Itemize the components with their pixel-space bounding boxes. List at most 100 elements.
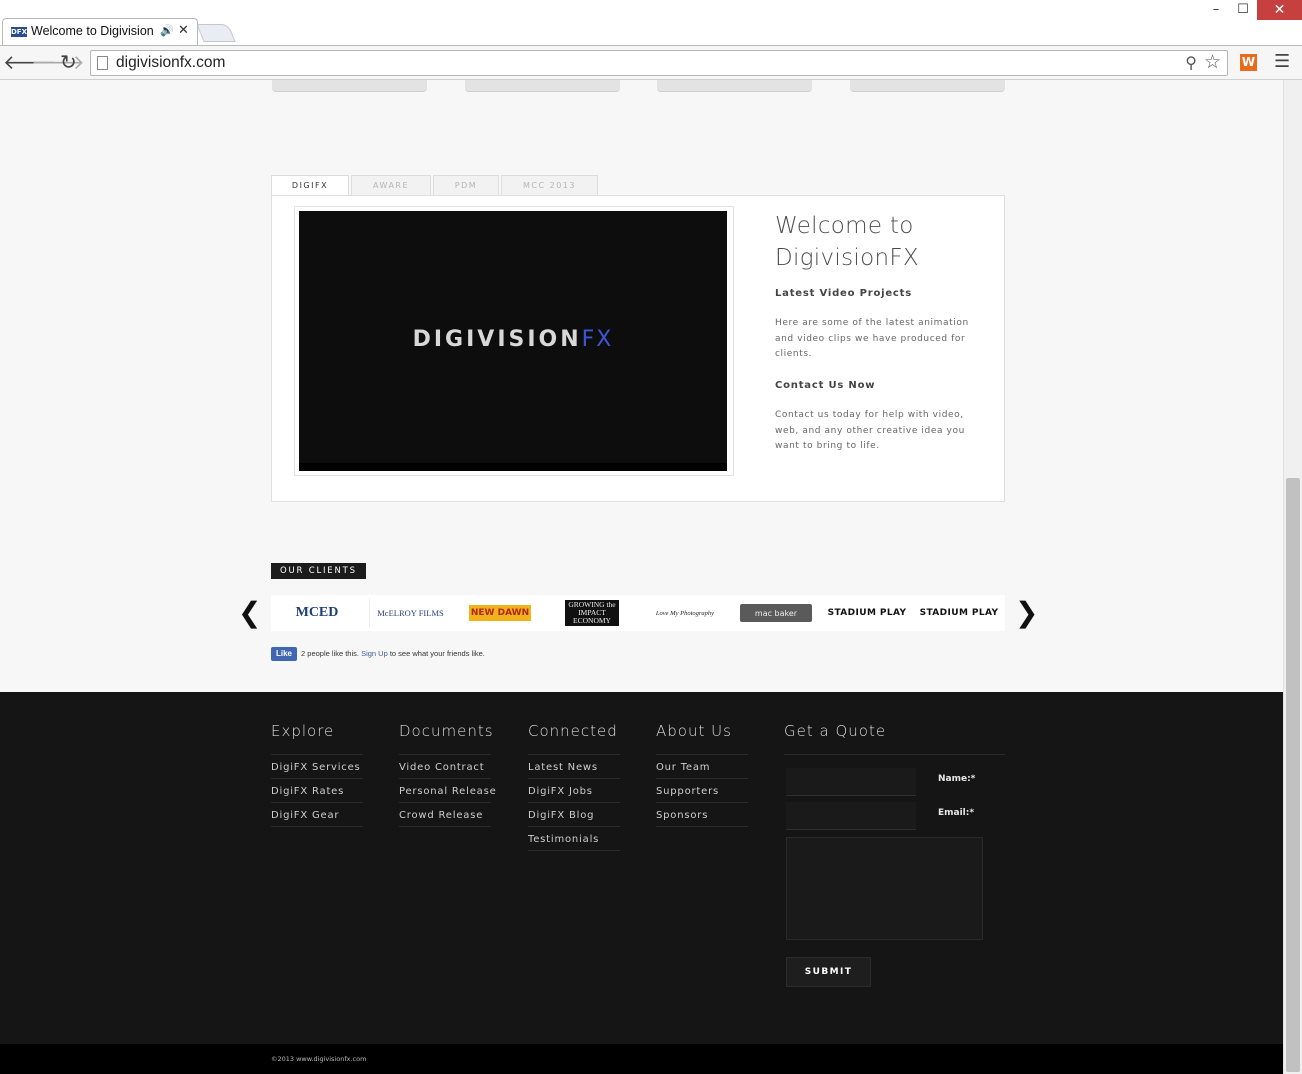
top-nav-button[interactable] [272,80,427,92]
tab-mcc-2013[interactable]: MCC 2013 [501,175,598,196]
divider [656,778,748,779]
message-textarea[interactable] [786,837,983,940]
section-text: Contact us today for help with video, we… [775,410,965,451]
tab-title: Welcome to Digivision [31,24,154,38]
top-nav-button[interactable] [850,80,1005,92]
footer-link[interactable]: Personal Release [399,786,497,797]
footer-link[interactable]: Video Contract [399,762,484,773]
tab-pdm[interactable]: PDM [433,175,499,196]
email-field[interactable] [786,802,916,830]
email-label: Email:* [938,808,975,818]
facebook-like-widget: Like 2 people like this. Sign Up to see w… [271,647,485,661]
divider [271,754,363,755]
divider [528,754,620,755]
divider [656,826,748,827]
divider [784,754,1005,755]
footer-link[interactable]: Latest News [528,762,598,773]
client-logo[interactable]: STADIUM PLAY [825,598,909,628]
bookmark-star-icon[interactable]: ☆ [1204,51,1221,73]
minimize-button[interactable]: – [1202,0,1230,20]
submit-button[interactable]: SUBMIT [786,957,871,987]
footer-heading-documents: Documents [399,722,494,740]
name-field[interactable] [786,768,916,796]
client-logo[interactable]: STADIUM PLAY [916,598,1002,628]
footer-link[interactable]: Testimonials [528,834,599,845]
tab-aware[interactable]: AWARE [351,175,431,196]
browser-tab[interactable]: DFX Welcome to Digivision 🔊 ✕ [2,18,198,45]
footer-link[interactable]: Supporters [656,786,719,797]
tab-digifx[interactable]: DIGIFX [271,175,349,197]
scrollbar[interactable] [1283,80,1302,1074]
footer: Explore DigiFX Services DigiFX Rates Dig… [0,692,1283,1044]
section-heading: Contact Us Now [775,380,876,391]
copyright-text: ©2013 www.digivisionfx.com [271,1055,367,1063]
page-viewport: DIGIFX AWARE PDM MCC 2013 DIGIVISIONFX W… [0,80,1283,1074]
divider [399,802,491,803]
client-logo[interactable]: MCED [279,598,355,628]
footer-link[interactable]: DigiFX Jobs [528,786,593,797]
browser-chrome: DFX Welcome to Digivision 🔊 ✕ – ☐ ✕ 🡐 🡒 … [0,0,1302,80]
footer-link[interactable]: Our Team [656,762,710,773]
address-bar[interactable]: digivisionfx.com ⚲ ☆ [90,50,1228,76]
clients-carousel: MCED McELROY FILMS NEW DAWN GROWING the … [271,595,1005,631]
divider [271,802,363,803]
carousel-next-icon[interactable]: ❯ [1015,595,1038,631]
footer-link[interactable]: DigiFX Rates [271,786,344,797]
reload-icon[interactable]: ↻ [60,51,77,73]
favicon-icon: DFX [11,27,27,37]
url-text[interactable]: digivisionfx.com [116,54,225,72]
divider [399,778,491,779]
signup-link[interactable]: Sign Up [361,649,388,658]
divider [528,850,620,851]
speaker-icon[interactable]: 🔊 [160,24,174,37]
browser-toolbar: 🡐 🡒 ↻ digivisionfx.com ⚲ ☆ W ☰ [0,45,1302,79]
top-nav-button[interactable] [465,80,620,92]
close-window-button[interactable]: ✕ [1257,0,1302,20]
tab-close-icon[interactable]: ✕ [178,23,189,38]
client-logo[interactable]: NEW DAWN [469,605,531,621]
facebook-like-button[interactable]: Like [271,647,298,661]
section-text: Here are some of the latest animation an… [775,318,969,359]
divider [399,826,491,827]
clients-label: OUR CLIENTS [271,563,366,579]
footer-link[interactable]: Sponsors [656,810,708,821]
video-logo: DIGIVISIONFX [412,327,614,352]
bottom-bar: ©2013 www.digivisionfx.com [0,1044,1283,1074]
footer-link[interactable]: DigiFX Blog [528,810,594,821]
client-logo[interactable]: Love My Photography [646,598,724,628]
like-cta-text: to see what your friends like. [389,648,485,658]
divider [271,778,363,779]
client-logo[interactable]: GROWING the IMPACT ECONOMY [565,600,619,626]
maximize-button[interactable]: ☐ [1230,0,1256,20]
carousel-prev-icon[interactable]: ❮ [238,595,261,631]
page-icon [97,56,108,70]
footer-heading-quote: Get a Quote [784,722,887,740]
scrollbar-thumb[interactable] [1286,478,1300,1072]
footer-link[interactable]: Crowd Release [399,810,483,821]
footer-link[interactable]: DigiFX Gear [271,810,339,821]
client-logo[interactable]: McELROY FILMS [369,598,451,628]
divider [656,802,748,803]
name-label: Name:* [938,774,976,784]
video-frame: DIGIVISIONFX [294,206,734,476]
extension-icon[interactable]: W [1240,54,1257,71]
footer-heading-connected: Connected [528,722,618,740]
footer-heading-explore: Explore [271,722,335,740]
footer-heading-about: About Us [656,722,732,740]
tab-panel: DIGIVISIONFX Welcome to DigivisionFX Lat… [271,195,1005,502]
page-title: Welcome to DigivisionFX [775,213,919,271]
new-tab-button[interactable] [196,24,236,42]
video-progress-bar[interactable] [299,463,727,471]
divider [528,826,620,827]
top-nav-button[interactable] [657,80,812,92]
divider [528,802,620,803]
footer-link[interactable]: DigiFX Services [271,762,361,773]
client-logo[interactable]: mac baker [740,604,812,622]
search-icon[interactable]: ⚲ [1185,53,1197,72]
menu-icon[interactable]: ☰ [1274,51,1290,72]
video-player[interactable]: DIGIVISIONFX [299,211,727,471]
divider [399,754,491,755]
divider [656,754,748,755]
like-count-text: 2 people like this. [301,648,359,658]
divider [271,826,363,827]
